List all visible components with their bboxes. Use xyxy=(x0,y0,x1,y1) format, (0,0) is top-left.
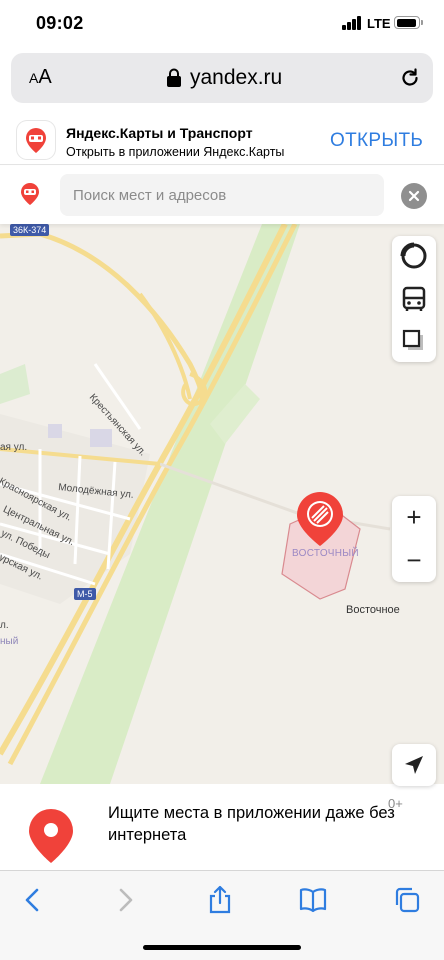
road-36k374 xyxy=(0,231,205,406)
reload-icon[interactable] xyxy=(399,67,421,89)
network-label: LTE xyxy=(367,16,391,31)
signal-icon xyxy=(342,16,362,30)
share-icon[interactable] xyxy=(205,885,235,915)
tabs-icon[interactable] xyxy=(392,885,422,915)
building xyxy=(90,429,112,447)
zoom-in-button[interactable]: + xyxy=(392,496,436,539)
transport-layer-icon[interactable] xyxy=(399,284,429,314)
map-canvas[interactable]: 36К-374 М-5 Крестьянская ул. ая ул. Моло… xyxy=(0,224,444,784)
zoom-controls: + − xyxy=(392,496,436,582)
status-bar: 09:02 LTE xyxy=(0,0,444,48)
road-sign-36k374: 36К-374 xyxy=(10,224,50,236)
promo-text: Ищите места в приложении даже без интерн… xyxy=(108,804,395,844)
status-time: 09:02 xyxy=(36,13,84,33)
search-input[interactable] xyxy=(60,174,384,216)
map-pin-icon[interactable] xyxy=(295,490,345,548)
street-label: ая ул. xyxy=(0,442,28,453)
app-banner: Яндекс.Карты и Транспорт Открыть в прило… xyxy=(0,117,444,165)
place-label-partial: ный xyxy=(0,636,19,647)
clear-search-button[interactable] xyxy=(401,183,427,209)
yandex-maps-logo-icon[interactable] xyxy=(18,182,42,206)
street-label: л. xyxy=(0,620,9,631)
road-ramp xyxy=(138,292,192,400)
building xyxy=(48,424,62,438)
age-rating: 0+ xyxy=(388,796,403,811)
my-location-button[interactable] xyxy=(392,744,436,786)
search-row xyxy=(0,166,444,224)
battery-cap xyxy=(421,20,423,25)
lock-icon xyxy=(167,68,181,87)
open-app-button[interactable]: ОТКРЫТЬ xyxy=(330,130,423,152)
road-sign-m5: М-5 xyxy=(74,588,96,600)
location-arrow-icon xyxy=(405,756,423,774)
map-drawing xyxy=(0,224,391,784)
yandex-maps-app-icon xyxy=(17,121,55,159)
text-size-button[interactable]: AA xyxy=(29,66,52,89)
url-display[interactable]: yandex.ru xyxy=(166,65,282,91)
place-label-vostochnoe: Восточное xyxy=(346,604,400,616)
back-icon[interactable] xyxy=(18,885,48,915)
bookmarks-icon[interactable] xyxy=(298,885,328,915)
offline-promo[interactable]: Ищите места в приложении даже без интерн… xyxy=(0,784,444,870)
url-text: yandex.ru xyxy=(190,66,283,89)
home-indicator xyxy=(143,945,301,950)
polygon-label: ВОСТОЧНЫЙ xyxy=(292,548,359,559)
address-bar[interactable]: AA yandex.ru xyxy=(11,53,433,103)
close-icon xyxy=(408,190,420,202)
map-pin-icon xyxy=(29,809,73,863)
green-area xyxy=(0,364,30,404)
map-layer-controls xyxy=(392,236,436,362)
zoom-out-button[interactable]: − xyxy=(392,539,436,582)
traffic-layer-icon[interactable] xyxy=(399,241,429,271)
map-layers-icon[interactable] xyxy=(399,326,429,356)
banner-title: Яндекс.Карты и Транспорт xyxy=(66,125,253,141)
forward-icon[interactable] xyxy=(110,885,140,915)
banner-subtitle: Открыть в приложении Яндекс.Карты xyxy=(66,145,285,159)
battery-icon xyxy=(394,16,420,29)
